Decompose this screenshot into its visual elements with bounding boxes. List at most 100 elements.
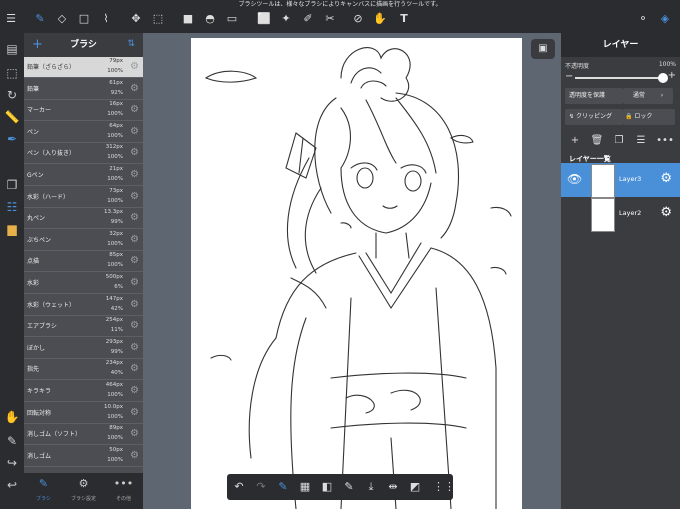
brush-size-icon[interactable]: ✎	[275, 479, 291, 495]
eye-icon[interactable]: 👁	[567, 172, 582, 186]
brush-item[interactable]: ぼかし 293px 99% ⚙	[24, 337, 143, 359]
lock-button[interactable]: 🔒 ロック	[623, 109, 675, 125]
brush-item[interactable]: キラキラ 464px 100% ⚙	[24, 381, 143, 402]
transparency-icon[interactable]: ▦	[297, 479, 313, 495]
select-rect-icon[interactable]: ⬜	[257, 12, 271, 26]
brush-settings-gear-icon[interactable]: ⚙	[130, 450, 139, 461]
transform-tool-icon[interactable]: ⬚	[151, 12, 165, 26]
brush-settings-gear-icon[interactable]: ⚙	[130, 83, 139, 94]
brush-item[interactable]: 水彩（ハード） 73px 100% ⚙	[24, 186, 143, 208]
filter-icon[interactable]: ◩	[407, 479, 423, 495]
select-pen-icon[interactable]: ✐	[301, 12, 315, 26]
brush-settings-gear-icon[interactable]: ⚙	[130, 385, 139, 396]
brush-item[interactable]: 指先 234px 40% ⚙	[24, 359, 143, 381]
grid-menu-icon[interactable]: ⋮⋮	[433, 479, 455, 495]
brush-settings-gear-icon[interactable]: ⚙	[130, 277, 139, 288]
gradient-tool-icon[interactable]: ▭	[225, 12, 239, 26]
brush-settings-gear-icon[interactable]: ⚙	[130, 255, 139, 266]
eyedropper-icon[interactable]: ✎	[341, 479, 357, 495]
brush-item[interactable]: 消しゴム（ソフト） 89px 100% ⚙	[24, 424, 143, 446]
brush-item[interactable]: 水彩 500px 6% ⚙	[24, 273, 143, 294]
clipping-button[interactable]: ↯ クリッピング	[565, 109, 623, 125]
opacity-slider-knob[interactable]	[658, 73, 668, 83]
brush-item[interactable]: 鉛筆 61px 92% ⚙	[24, 78, 143, 100]
brush-settings-gear-icon[interactable]: ⚙	[130, 320, 139, 331]
brush-item[interactable]: 点描 85px 100% ⚙	[24, 251, 143, 273]
picker-icon[interactable]: ⊘	[351, 12, 365, 26]
redo-icon[interactable]: ↪	[4, 455, 20, 471]
brush-settings-gear-icon[interactable]: ⚙	[130, 363, 139, 374]
brush-settings-gear-icon[interactable]: ⚙	[130, 191, 139, 202]
brush-settings-gear-icon[interactable]: ⚙	[130, 428, 139, 439]
color-swap-icon[interactable]: ◧	[319, 479, 335, 495]
brush-settings-gear-icon[interactable]: ⚙	[130, 104, 139, 115]
layer-row-layer2[interactable]: Layer2 ⚙	[561, 197, 680, 232]
delete-layer-icon[interactable]: 🗑	[587, 133, 607, 149]
brush-settings-gear-icon[interactable]: ⚙	[130, 126, 139, 137]
layers-toggle-icon[interactable]: ◈	[658, 12, 672, 26]
tab-brush[interactable]: ✎ ブラシ	[24, 473, 63, 509]
layer-settings-icon[interactable]: ⚙	[660, 205, 672, 220]
pen-settings-icon[interactable]: ✒	[4, 131, 20, 147]
layer-row-layer3[interactable]: 👁 Layer3 ⚙	[561, 163, 680, 198]
layer-settings-icon[interactable]: ⚙	[660, 171, 672, 186]
eyedropper-icon[interactable]: ✎	[4, 433, 20, 449]
brush-item[interactable]: ペン（入り抜き） 312px 100% ⚙	[24, 143, 143, 165]
brush-settings-gear-icon[interactable]: ⚙	[130, 299, 139, 310]
text-tool-icon[interactable]: T	[397, 12, 411, 26]
brush-settings-gear-icon[interactable]: ⚙	[130, 407, 139, 418]
redo-icon[interactable]: ↷	[253, 479, 269, 495]
brush-settings-gear-icon[interactable]: ⚙	[130, 342, 139, 353]
selection-icon[interactable]: ⬚	[4, 65, 20, 81]
brush-item[interactable]: 丸ペン 13.3px 99% ⚙	[24, 208, 143, 230]
import-icon[interactable]: ⤓	[363, 479, 379, 495]
opacity-slider[interactable]	[575, 77, 663, 79]
hand-icon[interactable]: ✋	[4, 409, 20, 425]
pages-icon[interactable]: ▤	[4, 41, 20, 57]
brush-settings-gear-icon[interactable]: ⚙	[130, 147, 139, 158]
rect-tool-icon[interactable]: □	[77, 12, 91, 26]
brush-settings-gear-icon[interactable]: ⚙	[130, 212, 139, 223]
fill-color-icon[interactable]: ■	[181, 12, 195, 26]
tab-brush-settings[interactable]: ⚙ ブラシ設定	[64, 473, 103, 509]
rotate-icon[interactable]: ↻	[4, 87, 20, 103]
brush-item[interactable]: 回転対称 10.0px 100% ⚙	[24, 402, 143, 424]
brush-item[interactable]: ぶちペン 32px 100% ⚙	[24, 229, 143, 251]
list-icon[interactable]: ☷	[4, 199, 20, 215]
ruler-icon[interactable]: 📏	[4, 109, 20, 125]
materials-icon[interactable]: ⚬	[636, 12, 650, 26]
layer-more-icon[interactable]: •••	[655, 133, 675, 149]
brush-settings-gear-icon[interactable]: ⚙	[130, 234, 139, 245]
duplicate-layer-icon[interactable]: ❐	[609, 133, 629, 149]
layer-list-icon[interactable]: ☰	[631, 133, 651, 149]
undo-icon[interactable]: ↩	[4, 477, 20, 493]
move-tool-icon[interactable]: ✥	[129, 12, 143, 26]
bucket-tool-icon[interactable]: ◓	[203, 12, 217, 26]
brush-item[interactable]: ペン 64px 100% ⚙	[24, 121, 143, 143]
opacity-plus-icon[interactable]: +	[668, 70, 676, 81]
copy-icon[interactable]: ❐	[4, 177, 20, 193]
brush-item[interactable]: 鉛筆（ざらざら） 79px 100% ⚙	[24, 57, 143, 78]
brush-settings-gear-icon[interactable]: ⚙	[130, 61, 139, 72]
menu-icon[interactable]: ☰	[4, 12, 18, 26]
flip-icon[interactable]: ⇹	[385, 479, 401, 495]
protect-alpha-button[interactable]: 透明度を保護	[565, 88, 623, 104]
add-layer-icon[interactable]: +	[565, 133, 585, 149]
color-icon[interactable]: ▆	[4, 221, 20, 237]
drawing-canvas[interactable]	[191, 38, 522, 509]
brush-item[interactable]: 水彩（ウェット） 147px 42% ⚙	[24, 294, 143, 316]
brush-item[interactable]: エアブラシ 254px 11% ⚙	[24, 316, 143, 338]
sort-icon[interactable]: ⇅	[127, 39, 135, 49]
brush-item[interactable]: Gペン 21px 100% ⚙	[24, 165, 143, 186]
select-eraser-icon[interactable]: ✂	[323, 12, 337, 26]
brush-settings-gear-icon[interactable]: ⚙	[130, 169, 139, 180]
hand-tool-icon[interactable]: ✋	[373, 12, 387, 26]
tab-other[interactable]: ••• その他	[104, 473, 143, 509]
undo-icon[interactable]: ↶	[231, 479, 247, 495]
blend-mode-button[interactable]: 通常 ›	[623, 88, 673, 104]
opacity-minus-icon[interactable]: −	[565, 71, 573, 82]
magic-wand-icon[interactable]: ✦	[279, 12, 293, 26]
brush-tool-icon[interactable]: ✎	[33, 12, 47, 26]
eraser-tool-icon[interactable]: ◇	[55, 12, 69, 26]
navigator-icon[interactable]: ▣	[531, 39, 555, 59]
